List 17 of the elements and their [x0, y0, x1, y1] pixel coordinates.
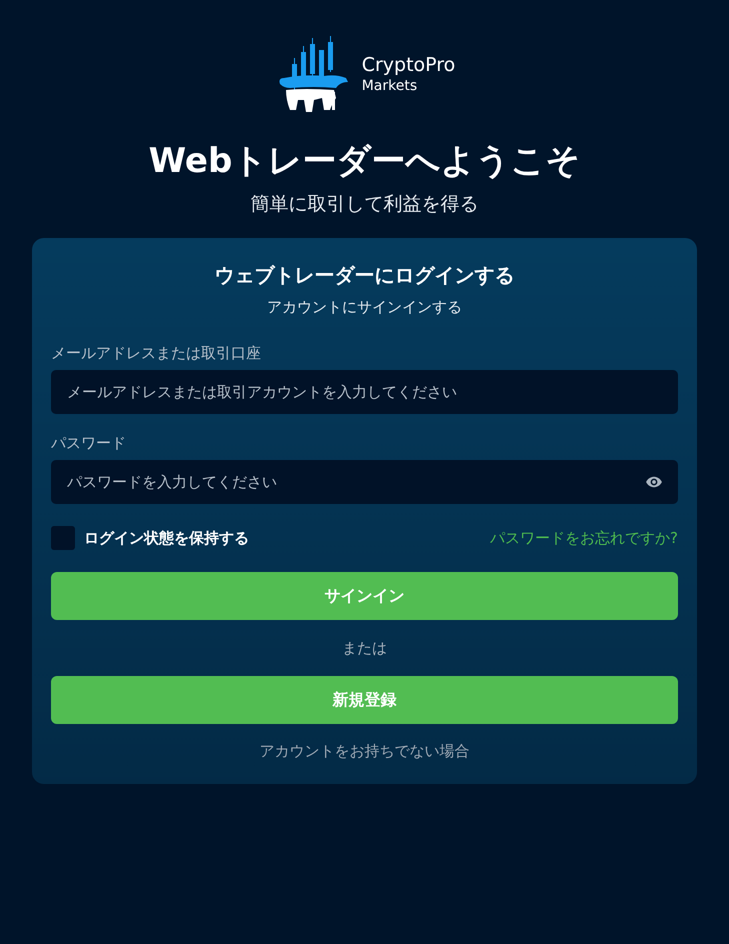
register-note: アカウントをお持ちでない場合 [258, 741, 470, 762]
separator-text: または [341, 638, 388, 659]
card-title: ウェブトレーダーにログインする [214, 262, 516, 289]
password-field[interactable]: パスワードを入力してください [51, 460, 678, 504]
field-label: メールアドレスまたは取引口座 [51, 343, 262, 364]
remember-label: ログイン状態を保持する [84, 528, 249, 548]
brand-name: CryptoPro [362, 53, 456, 77]
page-title: Webトレーダーへようこそ [148, 140, 580, 183]
register-button[interactable]: 新規登録 [51, 676, 678, 724]
brand-subtitle: Markets [362, 77, 418, 95]
email-field[interactable]: メールアドレスまたは取引アカウントを入力してください [51, 370, 678, 414]
card-subtitle: アカウントにサインインする [266, 297, 463, 318]
page-subtitle: 簡単に取引して利益を得る [250, 192, 478, 217]
field-label: パスワード [51, 433, 127, 454]
forgot-password-link[interactable]: パスワードをお忘れですか? [490, 528, 678, 548]
checkbox[interactable] [51, 526, 75, 550]
sign-in-button[interactable]: サインイン [51, 572, 678, 620]
